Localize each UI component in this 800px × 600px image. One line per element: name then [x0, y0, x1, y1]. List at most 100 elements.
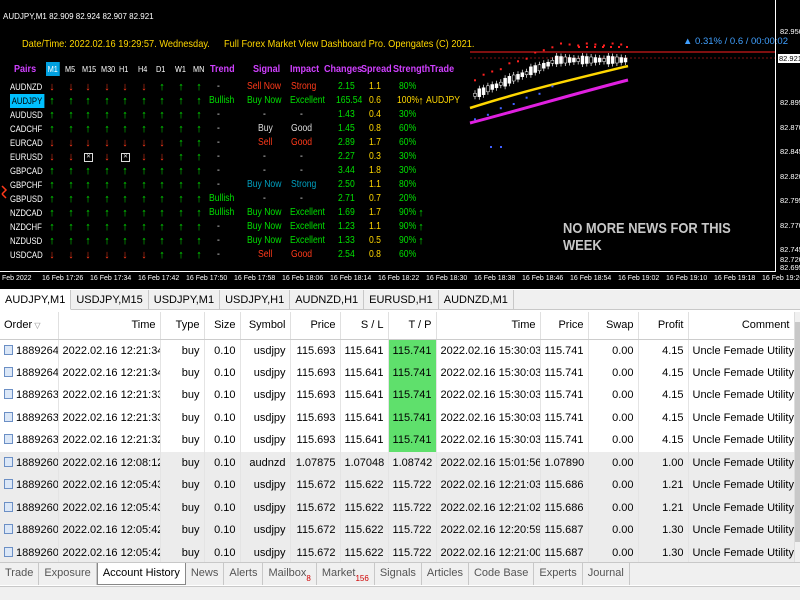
table-row[interactable]: 188926382022.02.16 12:21:33buy0.10usdjpy… — [0, 406, 795, 429]
column-header[interactable]: Profit — [638, 312, 689, 340]
table-cell: 1.08742 — [388, 451, 437, 474]
column-header[interactable]: S / L — [340, 312, 389, 340]
table-cell: 4.15 — [638, 384, 689, 407]
terminal-tab[interactable]: Market156 — [317, 563, 375, 585]
time-tick: 16 Feb 18:54 — [570, 275, 612, 282]
candle-body — [507, 76, 512, 84]
table-cell: 2022.02.16 12:05:43 — [58, 474, 161, 497]
sort-icon[interactable]: ▽ — [32, 321, 40, 330]
table-cell: 115.693 — [290, 361, 341, 384]
signal-dot-red — [508, 62, 511, 65]
history-header-row: Order ▽ Time Type Size Symbol Price S / LT / P… — [0, 312, 795, 340]
column-header[interactable]: Time — [436, 312, 541, 340]
time-tick: 16 Feb 18:14 — [330, 275, 372, 282]
table-cell: 1.21 — [638, 496, 689, 519]
table-cell: 115.741 — [540, 429, 589, 452]
column-header[interactable]: Comment — [688, 312, 795, 340]
table-cell: 0.00 — [588, 429, 639, 452]
terminal-tab[interactable]: Exposure — [39, 563, 97, 585]
table-cell: 18892604 — [0, 519, 59, 542]
table-cell: 2022.02.16 12:21:34 — [58, 361, 161, 384]
table-cell: 2022.02.16 12:20:59 — [436, 519, 541, 542]
terminal-tab[interactable]: Articles — [422, 563, 469, 585]
table-cell: usdjpy — [240, 474, 291, 497]
table-cell: 115.741 — [388, 384, 437, 407]
terminal-tab[interactable]: Alerts — [224, 563, 264, 585]
table-cell: usdjpy — [240, 339, 291, 362]
table-cell: 115.722 — [388, 496, 437, 519]
table-cell: usdjpy — [240, 541, 291, 564]
terminal-tab[interactable]: Code Base — [469, 563, 535, 585]
table-row[interactable]: 188926042022.02.16 12:05:42buy0.10usdjpy… — [0, 519, 795, 542]
column-header[interactable]: Type — [160, 312, 205, 340]
table-row[interactable]: 188926052022.02.16 12:05:43buy0.10usdjpy… — [0, 496, 795, 519]
terminal-tab[interactable]: Mailbox8 — [263, 563, 317, 585]
table-row[interactable]: 188926412022.02.16 12:21:34buy0.10usdjpy… — [0, 339, 795, 362]
table-cell: 4.15 — [638, 406, 689, 429]
time-tick: 16 Feb 18:30 — [426, 275, 468, 282]
table-cell: 115.672 — [290, 519, 341, 542]
order-ticket-icon — [4, 389, 13, 400]
time-tick: 16 Feb 18:38 — [474, 275, 516, 282]
table-cell: 4.15 — [638, 339, 689, 362]
table-cell: 1.30 — [638, 519, 689, 542]
terminal-tab[interactable]: News — [186, 563, 225, 585]
table-row[interactable]: 188926402022.02.16 12:21:34buy0.10usdjpy… — [0, 361, 795, 384]
table-cell: 0.00 — [588, 406, 639, 429]
column-header[interactable]: Price — [540, 312, 589, 340]
table-row[interactable]: 188926032022.02.16 12:05:42buy0.10usdjpy… — [0, 541, 795, 564]
table-row[interactable]: 188926072022.02.16 12:08:12buy0.10audnzd… — [0, 451, 795, 474]
terminal-tab[interactable]: Signals — [375, 563, 422, 585]
table-cell: 115.641 — [340, 361, 389, 384]
candle-body — [473, 93, 477, 97]
table-cell: 115.622 — [340, 541, 389, 564]
table-cell: 0.10 — [204, 384, 241, 407]
table-cell: 1.21 — [638, 474, 689, 497]
column-header[interactable]: Size — [204, 312, 241, 340]
table-row[interactable]: 188926392022.02.16 12:21:33buy0.10usdjpy… — [0, 384, 795, 407]
column-header[interactable]: T / P — [388, 312, 437, 340]
table-cell: 2022.02.16 12:21:33 — [58, 384, 161, 407]
table-cell: 18892640 — [0, 361, 59, 384]
terminal-tab[interactable]: Trade — [0, 563, 40, 585]
terminal-tab[interactable]: Journal — [583, 563, 630, 585]
table-cell: 2022.02.16 15:30:03 — [436, 361, 541, 384]
account-history-table[interactable]: Order ▽ Time Type Size Symbol Price S / LT / P… — [0, 312, 795, 564]
time-tick: 16 Feb 19:18 — [714, 275, 756, 282]
candle-body — [511, 74, 516, 82]
column-header[interactable]: Time — [58, 312, 161, 340]
column-header[interactable]: Swap — [588, 312, 639, 340]
signal-dot — [626, 46, 628, 48]
table-cell: 115.741 — [540, 384, 589, 407]
chart-tab[interactable]: AUDJPY,M1 — [0, 290, 72, 310]
terminal-tab[interactable]: Experts — [534, 563, 583, 585]
table-cell: 2022.02.16 15:01:56 — [436, 451, 541, 474]
chart-window[interactable]: AUDJPY,M1 82.909 82.924 82.907 82.921 Da… — [0, 0, 800, 289]
table-cell: usdjpy — [240, 429, 291, 452]
chart-tab[interactable]: USDJPY,H1 — [220, 290, 291, 310]
chart-tab[interactable]: AUDNZD,H1 — [290, 290, 365, 310]
column-header[interactable]: Symbol — [240, 312, 291, 340]
signal-dot-red — [585, 42, 588, 45]
chart-tab[interactable]: USDJPY,M1 — [149, 290, 221, 310]
chart-tab[interactable]: USDJPY,M15 — [71, 290, 149, 310]
chart-tab[interactable]: EURUSD,H1 — [364, 290, 439, 310]
time-tick: 16 Feb 19:10 — [666, 275, 708, 282]
terminal-tab[interactable]: Account History — [96, 563, 186, 585]
candle-body — [494, 83, 499, 89]
table-cell: 2022.02.16 15:30:03 — [436, 406, 541, 429]
scrollbar-thumb[interactable] — [795, 322, 800, 542]
chart-tab[interactable]: AUDNZD,M1 — [439, 290, 514, 310]
candle-body — [529, 66, 533, 76]
column-header[interactable]: Order ▽ — [0, 312, 59, 340]
candle-body — [516, 74, 520, 80]
table-cell: 0.00 — [588, 474, 639, 497]
table-row[interactable]: 188926372022.02.16 12:21:32buy0.10usdjpy… — [0, 429, 795, 452]
table-row[interactable]: 188926062022.02.16 12:05:43buy0.10usdjpy… — [0, 474, 795, 497]
vertical-scrollbar[interactable] — [794, 312, 800, 562]
column-header[interactable]: Price — [290, 312, 341, 340]
price-tick: 82.745 — [780, 245, 800, 254]
signal-dot-red — [611, 42, 614, 45]
table-cell: 0.10 — [204, 451, 241, 474]
table-cell: 115.672 — [290, 474, 341, 497]
